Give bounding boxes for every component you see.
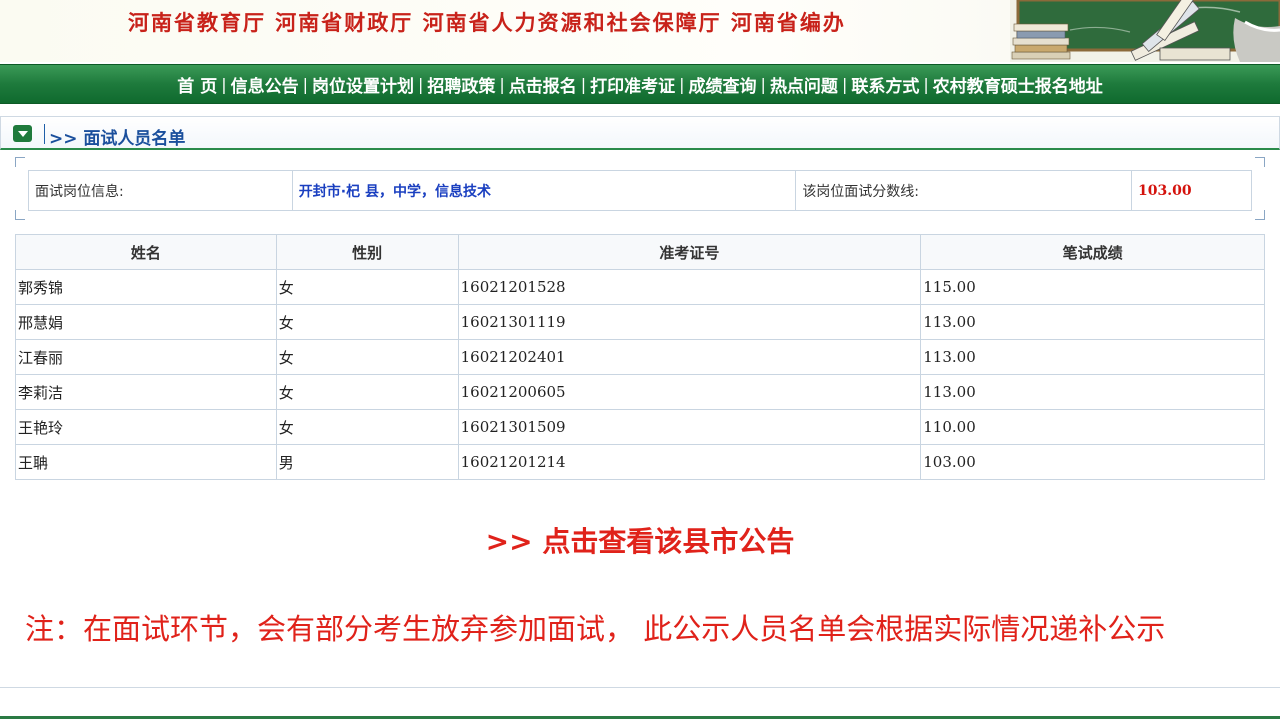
nav-faq[interactable]: 热点问题 [770,72,838,97]
main-nav: 首 页 | 信息公告 | 岗位设置计划 | 招聘政策 | 点击报名 | 打印准考… [0,64,1280,104]
cell-gender: 男 [275,444,459,480]
cell-name: 郭秀锦 [15,269,277,305]
position-info-label: 面试岗位信息: [28,170,293,211]
nav-separator: | [580,74,587,94]
table-row: 王艳玲 女 16021301509 110.00 [15,409,1265,445]
nav-separator: | [417,74,424,94]
footer-divider [0,687,1280,688]
cell-ticket: 16021202401 [457,339,922,375]
nav-separator: | [679,74,685,94]
cell-score: 113.00 [920,304,1265,340]
cell-gender: 女 [275,374,459,410]
candidate-table: 姓名 性别 准考证号 笔试成绩 郭秀锦 女 16021201528 115.00… [15,234,1265,480]
cell-name: 王艳玲 [15,409,277,445]
cell-name: 江春丽 [15,339,277,375]
cell-name: 李莉洁 [15,374,277,410]
corner-bracket-bottom-left [15,210,25,220]
section-header: >> 面试人员名单 [0,116,1280,150]
nav-contact[interactable]: 联系方式 [851,72,919,97]
cell-score: 113.00 [920,374,1265,410]
cell-ticket: 16021201528 [457,269,922,305]
cell-gender: 女 [275,409,459,445]
nav-recruitment-policy[interactable]: 招聘政策 [427,72,495,97]
table-row: 李莉洁 女 16021200605 113.00 [15,374,1265,410]
table-header-row: 姓名 性别 准考证号 笔试成绩 [15,234,1265,270]
cell-gender: 女 [275,269,459,305]
nav-separator: | [221,74,227,94]
cell-ticket: 16021301119 [457,304,922,340]
cell-score: 103.00 [920,444,1265,480]
table-row: 王聃 男 16021201214 103.00 [15,444,1265,480]
corner-bracket-bottom-right [1255,210,1265,220]
cell-ticket: 16021200605 [457,374,922,410]
nav-print-ticket[interactable]: 打印准考证 [590,72,675,97]
nav-position-plan[interactable]: 岗位设置计划 [312,72,414,97]
column-header-score: 笔试成绩 [920,234,1265,270]
nav-separator: | [499,74,505,94]
nav-separator: | [841,74,848,94]
collapse-toggle-icon[interactable] [13,125,32,142]
nav-items: 首 页 | 信息公告 | 岗位设置计划 | 招聘政策 | 点击报名 | 打印准考… [177,72,1102,97]
cutoff-score-label: 该岗位面试分数线: [795,170,1133,211]
cutoff-score-value: 103.00 [1131,170,1252,211]
county-notice-link[interactable]: >> 点击查看该县市公告 [0,520,1280,560]
cell-ticket: 16021301509 [457,409,922,445]
nav-rural-master-registration[interactable]: 农村教育硕士报名地址 [933,72,1103,97]
cell-name: 邢慧娟 [15,304,277,340]
column-header-ticket: 准考证号 [457,234,922,270]
table-row: 江春丽 女 16021202401 113.00 [15,339,1265,375]
nav-separator: | [760,74,766,94]
cell-score: 115.00 [920,269,1265,305]
cell-score: 110.00 [920,409,1265,445]
corner-bracket-top-left [15,157,25,167]
header-banner: 河南省教育厅 河南省财政厅 河南省人力资源和社会保障厅 河南省编办 [0,0,1280,62]
position-info-row: 面试岗位信息: 开封市·杞 县，中学，信息技术 该岗位面试分数线: 103.00 [28,170,1252,211]
column-header-name: 姓名 [15,234,277,270]
chalkboard-books-illustration [1010,0,1280,62]
nav-home[interactable]: 首 页 [177,72,217,97]
cell-ticket: 16021201214 [457,444,922,480]
cell-gender: 女 [275,304,459,340]
notice-note: 注：在面试环节，会有部分考生放弃参加面试， 此公示人员名单会根据实际情况递补公示 [25,612,1166,646]
banner-title: 河南省教育厅 河南省财政厅 河南省人力资源和社会保障厅 河南省编办 [128,10,846,35]
nav-register[interactable]: 点击报名 [509,72,577,97]
section-title: >> 面试人员名单 [49,129,186,149]
nav-score-query[interactable]: 成绩查询 [689,72,757,97]
cell-gender: 女 [275,339,459,375]
cell-score: 113.00 [920,339,1265,375]
position-info-value: 开封市·杞 县，中学，信息技术 [291,170,797,211]
position-info-table: 面试岗位信息: 开封市·杞 县，中学，信息技术 该岗位面试分数线: 103.00 [28,170,1252,211]
nav-announcements[interactable]: 信息公告 [231,72,299,97]
section-divider [44,124,45,144]
table-row: 郭秀锦 女 16021201528 115.00 [15,269,1265,305]
nav-separator: | [302,74,308,94]
corner-bracket-top-right [1255,157,1265,167]
table-row: 邢慧娟 女 16021301119 113.00 [15,304,1265,340]
nav-separator: | [923,74,929,94]
cell-name: 王聃 [15,444,277,480]
column-header-gender: 性别 [275,234,459,270]
